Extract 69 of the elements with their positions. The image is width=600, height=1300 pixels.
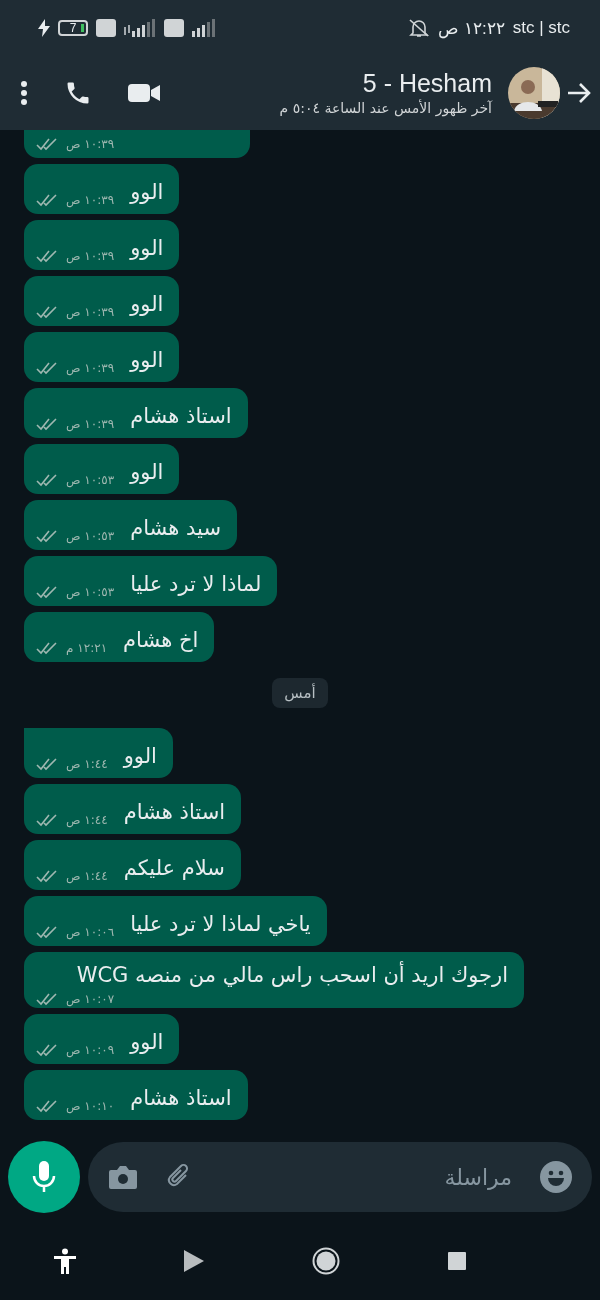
message-time: ١٠:٠٧ ص bbox=[66, 991, 115, 1007]
message-time: ١٠:٣٩ ص bbox=[66, 360, 115, 376]
message-text: لماذا لا ترد عليا bbox=[130, 571, 262, 598]
message-bubble[interactable]: الوو ١:٤٤ ص bbox=[24, 728, 173, 778]
signal-icon bbox=[192, 19, 216, 37]
message-time: ١٠:٥٣ ص bbox=[66, 528, 115, 544]
message-bubble[interactable]: اخ هشام ١٢:٢١ م bbox=[24, 612, 215, 662]
message-bubble[interactable]: استاذ هشام ١٠:٣٩ ص bbox=[24, 388, 248, 438]
message-bubble[interactable]: ياخي لماذا لا ترد عليا ١٠:٠٦ ص bbox=[24, 896, 327, 946]
video-call-button[interactable] bbox=[128, 82, 160, 104]
home-button-icon[interactable] bbox=[312, 1247, 340, 1275]
message-input[interactable]: مراسلة bbox=[222, 1163, 514, 1191]
battery-level: 7 bbox=[69, 22, 77, 34]
message-text: الوو bbox=[130, 179, 164, 206]
message-text: اخ هشام bbox=[123, 627, 199, 654]
message-time: ١:٤٤ ص bbox=[66, 812, 108, 828]
message-bubble[interactable]: الوو ١٠:٠٩ ص bbox=[24, 1014, 180, 1064]
message-bubble[interactable]: سلام عليكم ١:٤٤ ص bbox=[24, 840, 241, 890]
message-time: ١:٤٤ ص bbox=[66, 868, 108, 884]
accessibility-icon[interactable] bbox=[54, 1248, 76, 1274]
emoji-icon[interactable] bbox=[540, 1161, 572, 1193]
message-text: الوو bbox=[130, 235, 164, 262]
message-time: ١٠:٥٣ ص bbox=[66, 472, 115, 488]
message-bubble[interactable]: لماذا لا ترد عليا ١٠:٥٣ ص bbox=[24, 556, 278, 606]
message-time: ١٠:١٠ ص bbox=[66, 1098, 115, 1114]
message-text: استاذ هشام bbox=[130, 1085, 232, 1112]
message-bubble[interactable]: الوو ١٠:٣٩ ص bbox=[24, 276, 180, 326]
message-text: الوو bbox=[130, 1029, 164, 1056]
message-time: ١٠:٣٩ ص bbox=[66, 304, 115, 320]
message-bubble[interactable]: استاذ هشام ١:٤٤ ص bbox=[24, 784, 242, 834]
contact-name[interactable]: 5 - Hesham bbox=[362, 68, 492, 98]
message-bubble[interactable]: استاذ هشام ١٠:١٠ ص bbox=[24, 1070, 248, 1120]
carrier-name: stc | stc bbox=[512, 18, 570, 38]
message-text: الوو bbox=[130, 291, 164, 318]
message-bubble[interactable]: ١٠:٣٩ ص bbox=[24, 130, 251, 158]
message-bubble[interactable]: الوو ١٠:٥٣ ص bbox=[24, 444, 180, 494]
play-icon[interactable] bbox=[184, 1250, 204, 1272]
clock-time: ١٢:٢٢ ص bbox=[438, 17, 505, 39]
message-time: ١٢:٢١ م bbox=[66, 640, 108, 656]
message-text: ياخي لماذا لا ترد عليا bbox=[130, 911, 311, 938]
message-bubble[interactable]: ارجوك اريد أن اسحب راس مالي من منصه WCG ١٠:٠٧ ص bbox=[24, 952, 524, 1008]
message-text: الوو bbox=[130, 459, 164, 486]
message-bubble[interactable]: الوو ١٠:٣٩ ص bbox=[24, 164, 180, 214]
message-text: ارجوك اريد أن اسحب راس مالي من منصه WCG bbox=[76, 960, 508, 989]
message-time: ١٠:٣٩ ص bbox=[66, 136, 115, 152]
message-text: الوو bbox=[123, 743, 157, 770]
message-bubble[interactable]: سيد هشام ١٠:٥٣ ص bbox=[24, 500, 237, 550]
signal-icon bbox=[124, 19, 156, 37]
message-text: استاذ هشام bbox=[130, 403, 232, 430]
message-bubble[interactable]: الوو ١٠:٣٩ ص bbox=[24, 220, 180, 270]
message-time: ١٠:٠٩ ص bbox=[66, 1042, 115, 1058]
message-time: ١٠:٣٩ ص bbox=[66, 248, 115, 264]
message-time: ١٠:٠٦ ص bbox=[66, 924, 115, 940]
back-button[interactable] bbox=[566, 81, 592, 105]
message-time: ١٠:٥٣ ص bbox=[66, 584, 115, 600]
charging-icon bbox=[38, 19, 50, 37]
message-time: ١:٤٤ ص bbox=[66, 756, 108, 772]
message-text: سيد هشام bbox=[130, 515, 221, 542]
camera-icon[interactable] bbox=[108, 1164, 138, 1190]
message-time: ١٠:٣٩ ص bbox=[66, 192, 115, 208]
last-seen-text: آخر ظهور الأمس عند الساعة ٥:٠٤ م bbox=[279, 98, 492, 118]
message-time: ١٠:٣٩ ص bbox=[66, 416, 115, 432]
date-chip: أمس bbox=[272, 678, 328, 708]
message-text: الوو bbox=[130, 347, 164, 374]
menu-button[interactable] bbox=[20, 80, 28, 106]
message-text: سلام عليكم bbox=[123, 855, 225, 882]
message-text: استاذ هشام bbox=[123, 799, 226, 826]
message-bubble[interactable]: الوو ١٠:٣٩ ص bbox=[24, 332, 180, 382]
muted-bell-icon bbox=[408, 18, 431, 38]
